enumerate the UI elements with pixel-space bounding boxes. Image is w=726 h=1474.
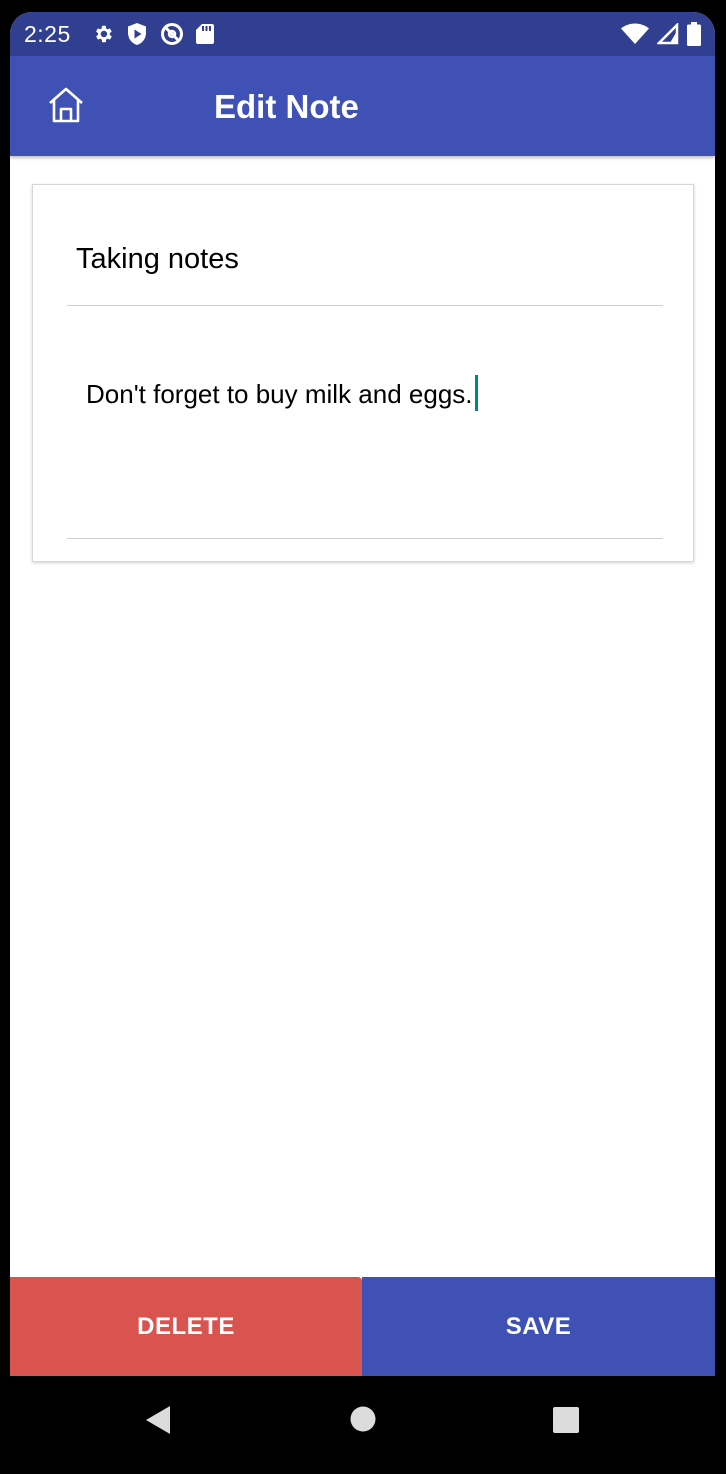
note-title-field[interactable]: Taking notes bbox=[67, 225, 663, 306]
home-icon bbox=[46, 85, 86, 130]
status-icons-right bbox=[621, 21, 701, 51]
delete-button-label: DELETE bbox=[137, 1312, 235, 1340]
status-bar: 2:25 bbox=[10, 12, 715, 56]
recents-icon[interactable] bbox=[552, 1406, 580, 1439]
home-button[interactable] bbox=[44, 85, 88, 129]
save-button-label: SAVE bbox=[505, 1312, 572, 1340]
home-circle-icon[interactable] bbox=[350, 1406, 376, 1437]
app-screen: 2:25 Edit Note Taking notes Don't forget… bbox=[10, 12, 715, 1376]
signal-icon bbox=[655, 21, 679, 50]
play-protect-icon bbox=[126, 22, 148, 51]
text-cursor bbox=[474, 375, 478, 412]
save-button[interactable]: SAVE bbox=[362, 1277, 715, 1376]
status-icons-left bbox=[92, 22, 214, 51]
note-title-text: Taking notes bbox=[76, 243, 239, 275]
navigation-bar bbox=[0, 1376, 726, 1474]
note-card: Taking notes Don't forget to buy milk an… bbox=[32, 184, 694, 562]
status-time: 2:25 bbox=[24, 21, 71, 47]
back-icon[interactable] bbox=[144, 1405, 172, 1440]
settings-icon bbox=[92, 23, 114, 50]
no-location-icon bbox=[160, 22, 184, 51]
app-bar: Edit Note bbox=[10, 56, 715, 156]
wifi-icon bbox=[621, 23, 649, 50]
delete-button[interactable]: DELETE bbox=[10, 1277, 362, 1376]
note-body-text: Don't forget to buy milk and eggs. bbox=[86, 379, 473, 409]
note-body-field[interactable]: Don't forget to buy milk and eggs. bbox=[67, 355, 663, 539]
page-title: Edit Note bbox=[214, 88, 359, 125]
note-body-content: Don't forget to buy milk and eggs. bbox=[86, 375, 478, 412]
sd-card-icon bbox=[196, 23, 214, 50]
battery-icon bbox=[687, 22, 701, 51]
